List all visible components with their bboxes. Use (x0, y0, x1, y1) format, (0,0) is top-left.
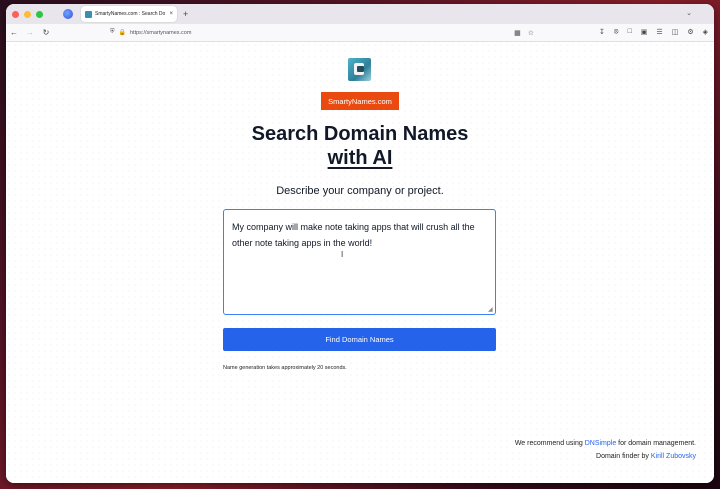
maximize-window-button[interactable] (36, 10, 43, 18)
tab-title: SmartyNames.com : Search Do (95, 11, 166, 17)
lock-icon[interactable]: 🔒 (119, 29, 126, 36)
url-bar[interactable]: ⛨ 🔒 https://smartynames.com ▦ ☆ (110, 26, 534, 39)
footer-recommend-suffix: for domain management. (616, 440, 696, 447)
title-line-1: Search Domain Names (251, 123, 469, 145)
browser-window: SmartyNames.com : Search Do × + ⌄ ← → ↻ … (6, 4, 714, 483)
sidebar-icon[interactable]: ◫ (672, 28, 679, 36)
author-link[interactable]: Kirill Zubovsky (651, 453, 696, 460)
bookmark-star-icon[interactable]: ☆ (528, 29, 534, 37)
barcode-icon[interactable]: ☰ (656, 28, 662, 36)
extensions-grid-icon[interactable]: ▦ (514, 29, 521, 37)
resize-grip-icon[interactable]: ◢ (488, 306, 493, 313)
extension-square-icon[interactable]: ▣ (641, 28, 648, 36)
page-content: SmartyNames.com Search Domain Names with… (6, 42, 714, 483)
toolbar-right: ↧ ⦻ □ ▣ ☰ ◫ ⚙ ◈ (599, 28, 708, 36)
dnsimple-link[interactable]: DNSimple (585, 440, 617, 447)
page-title: Search Domain Names with AI (6, 122, 714, 170)
navigation-bar: ← → ↻ ⛨ 🔒 https://smartynames.com ▦ ☆ ↧ … (6, 24, 714, 42)
logo-figure-detail (357, 66, 364, 72)
reload-icon[interactable]: ↻ (38, 28, 54, 37)
firefox-view-icon[interactable] (63, 9, 73, 19)
site-badge[interactable]: SmartyNames.com (321, 92, 399, 110)
text-cursor-icon: I (341, 250, 344, 259)
favicon-icon (85, 10, 92, 18)
list-tabs-chevron-icon[interactable]: ⌄ (686, 9, 692, 17)
forward-arrow-icon[interactable]: → (22, 28, 38, 37)
site-logo (348, 58, 371, 81)
page-subtitle: Describe your company or project. (276, 185, 444, 197)
tab-close-icon[interactable]: × (169, 11, 173, 17)
minimize-window-button[interactable] (24, 10, 31, 18)
title-line-2: with AI (327, 147, 393, 169)
generation-note: Name generation takes approximately 20 s… (223, 365, 347, 371)
url-text[interactable]: https://smartynames.com (130, 30, 191, 36)
close-window-button[interactable] (12, 10, 19, 18)
shield-icon[interactable]: ⛨ (110, 29, 115, 36)
find-domain-names-button[interactable]: Find Domain Names (223, 328, 496, 351)
puzzle-icon[interactable]: ⚙ (687, 28, 693, 36)
footer-finder: Domain finder by Kirill Zubovsky (596, 453, 696, 460)
new-tab-button[interactable]: + (183, 9, 188, 19)
extension-x-icon[interactable]: ⦻ (614, 28, 619, 36)
description-input[interactable] (223, 209, 496, 315)
extension-logo-icon[interactable]: ◈ (703, 28, 708, 36)
footer-finder-prefix: Domain finder by (596, 453, 651, 460)
footer-recommend: We recommend using DNSimple for domain m… (515, 440, 696, 447)
tab-smartynames[interactable]: SmartyNames.com : Search Do × (81, 6, 177, 22)
footer-recommend-prefix: We recommend using (514, 440, 585, 447)
extension-blank-icon[interactable]: □ (628, 28, 632, 36)
window-controls (12, 10, 43, 18)
back-arrow-icon[interactable]: ← (6, 28, 22, 37)
tab-strip: SmartyNames.com : Search Do × + ⌄ (6, 4, 714, 24)
download-icon[interactable]: ↧ (599, 28, 605, 36)
